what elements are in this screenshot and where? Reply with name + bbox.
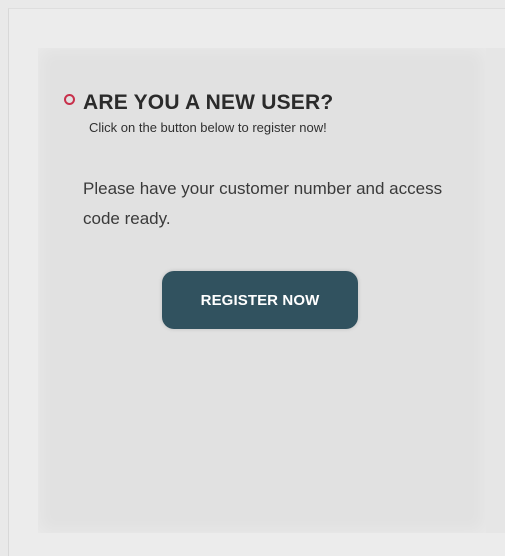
register-prompt-text: Click on the button below to register no… [89, 120, 327, 135]
circle-bullet-icon [64, 93, 75, 105]
new-user-heading: ARE YOU A NEW USER? [83, 91, 334, 114]
customer-number-instruction: Please have your customer number and acc… [83, 179, 443, 228]
adjacent-panel-edge [486, 48, 505, 533]
new-user-heading-row: ARE YOU A NEW USER? [64, 90, 333, 116]
register-now-button[interactable]: REGISTER NOW [162, 271, 358, 329]
